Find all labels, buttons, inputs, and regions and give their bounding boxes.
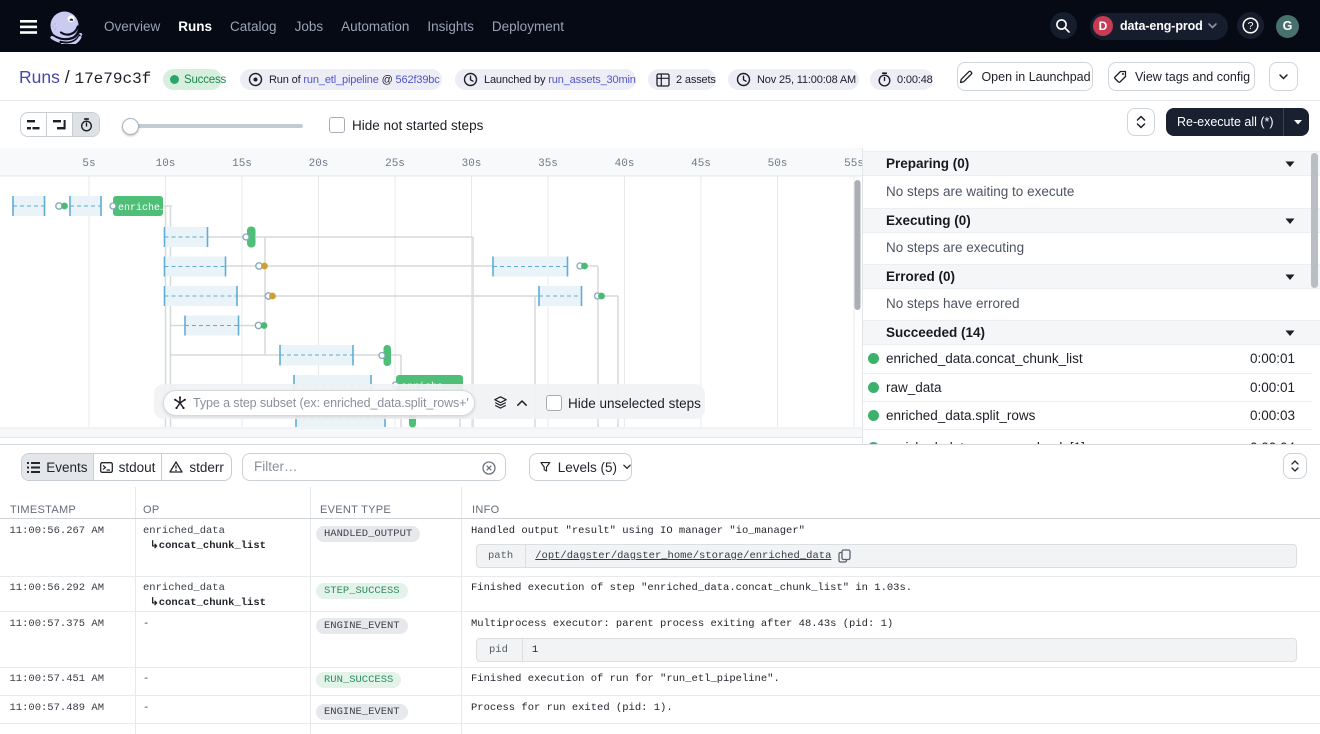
svg-text:?: ? bbox=[1248, 20, 1254, 32]
svg-text:55s: 55s bbox=[844, 158, 862, 170]
svg-text:45s: 45s bbox=[691, 158, 711, 170]
svg-text:5s: 5s bbox=[82, 158, 95, 170]
svg-text:30s: 30s bbox=[462, 158, 482, 170]
svg-text:15s: 15s bbox=[232, 158, 252, 170]
svg-text:25s: 25s bbox=[385, 158, 405, 170]
svg-text:35s: 35s bbox=[538, 158, 558, 170]
svg-text:50s: 50s bbox=[768, 158, 788, 170]
svg-text:enriche…: enriche… bbox=[118, 202, 166, 214]
svg-text:20s: 20s bbox=[309, 158, 329, 170]
svg-text:40s: 40s bbox=[615, 158, 635, 170]
svg-text:10s: 10s bbox=[156, 158, 176, 170]
